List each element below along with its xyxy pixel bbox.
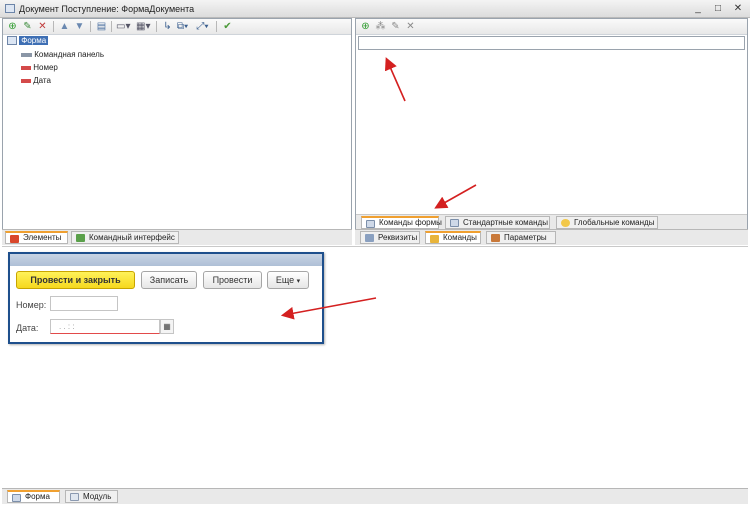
annotation-arrows — [280, 57, 477, 320]
bottom-tabbar: Форма Модуль — [2, 488, 748, 504]
form-tab-icon — [12, 494, 21, 502]
arrow-to-commands-list — [384, 57, 406, 102]
arrow-to-form-preview — [280, 297, 377, 320]
arrow-to-form-commands-tab — [434, 184, 477, 209]
tab-form[interactable]: Форма — [7, 490, 60, 503]
module-tab-icon — [70, 493, 79, 501]
tab-module[interactable]: Модуль — [65, 490, 118, 503]
